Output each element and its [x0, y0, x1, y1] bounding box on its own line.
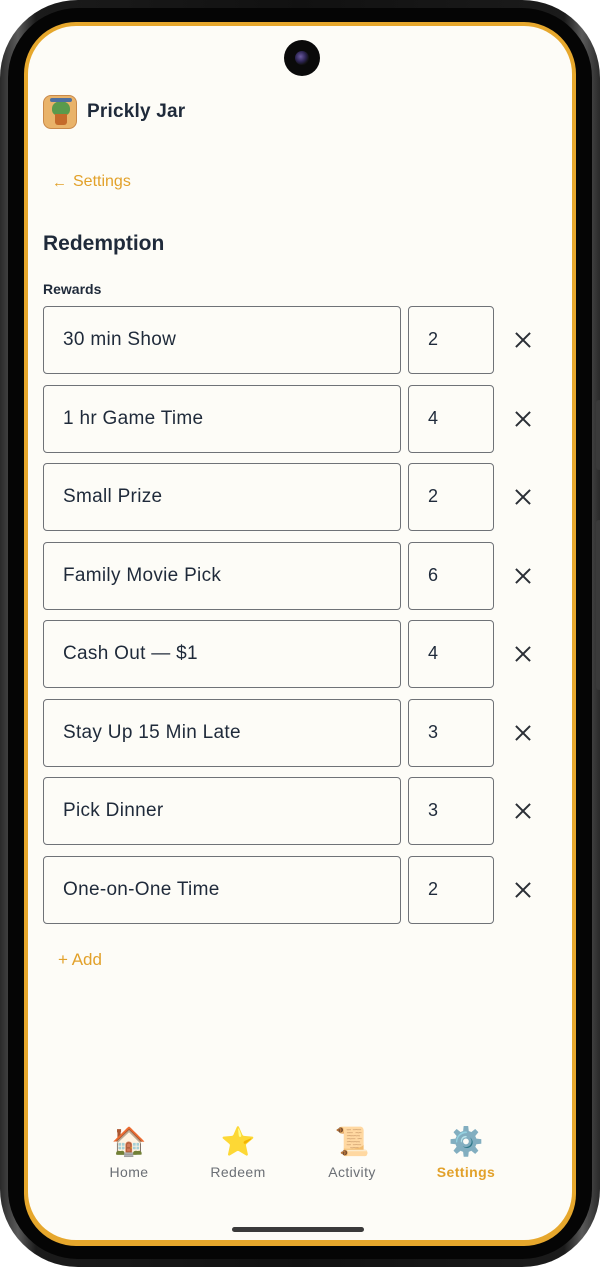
- back-to-settings-link[interactable]: ← Settings: [52, 173, 131, 191]
- nav-label: Settings: [436, 1164, 496, 1180]
- remove-reward-button[interactable]: [511, 799, 535, 823]
- reward-cost-input[interactable]: 4: [408, 620, 494, 688]
- nav-item-home[interactable]: 🏠 Home: [74, 1124, 184, 1180]
- reward-cost-input[interactable]: 2: [408, 463, 494, 531]
- reward-name-input[interactable]: Cash Out — $1: [43, 620, 401, 688]
- reward-cost-input[interactable]: 6: [408, 541, 494, 610]
- app-screen: Prickly Jar ← Settings Redemption Reward…: [28, 26, 572, 1240]
- reward-row: 30 min Show 2: [43, 306, 553, 374]
- nav-item-settings[interactable]: ⚙️ Settings: [411, 1124, 521, 1180]
- reward-row: Pick Dinner 3: [43, 777, 553, 845]
- back-link-label: Settings: [73, 173, 131, 190]
- app-logo-icon: [43, 95, 77, 129]
- nav-label: Redeem: [210, 1164, 266, 1180]
- volume-button: [596, 400, 600, 470]
- reward-cost-input[interactable]: 4: [408, 384, 494, 453]
- gear-icon: ⚙️: [448, 1126, 484, 1157]
- reward-cost-input[interactable]: 3: [408, 698, 494, 767]
- nav-item-activity[interactable]: 📜 Activity: [297, 1124, 407, 1180]
- reward-row: Stay Up 15 Min Late 3: [43, 698, 553, 767]
- reward-name-input[interactable]: One-on-One Time: [43, 855, 401, 924]
- nav-label: Home: [109, 1164, 149, 1180]
- star-icon: ⭐: [220, 1126, 256, 1157]
- house-icon: 🏠: [111, 1126, 147, 1157]
- nav-item-redeem[interactable]: ⭐ Redeem: [183, 1124, 293, 1180]
- remove-reward-button[interactable]: [511, 328, 535, 352]
- reward-row: 1 hr Game Time 4: [43, 384, 553, 453]
- reward-name-input[interactable]: Family Movie Pick: [43, 541, 401, 610]
- reward-row: Small Prize 2: [43, 463, 553, 531]
- back-arrow-icon: ←: [52, 173, 67, 191]
- nav-label: Activity: [328, 1164, 376, 1180]
- bottom-nav: 🏠 Home ⭐ Redeem 📜 Activity ⚙️ Settings: [28, 1124, 572, 1194]
- reward-cost-input[interactable]: 2: [408, 306, 494, 374]
- scroll-icon: 📜: [334, 1126, 370, 1157]
- power-button: [596, 520, 600, 690]
- reward-cost-input[interactable]: 2: [408, 855, 494, 924]
- remove-reward-button[interactable]: [511, 721, 535, 745]
- reward-name-input[interactable]: Stay Up 15 Min Late: [43, 698, 401, 767]
- remove-reward-button[interactable]: [511, 407, 535, 431]
- remove-reward-button[interactable]: [511, 564, 535, 588]
- screen: Prickly Jar ← Settings Redemption Reward…: [24, 22, 576, 1246]
- remove-reward-button[interactable]: [511, 485, 535, 509]
- phone-frame: Prickly Jar ← Settings Redemption Reward…: [0, 0, 600, 1267]
- reward-name-input[interactable]: Pick Dinner: [43, 777, 401, 845]
- camera-icon: [284, 40, 320, 76]
- add-reward-button[interactable]: + Add: [58, 950, 102, 970]
- page-title: Redemption: [43, 232, 165, 255]
- home-indicator[interactable]: [232, 1227, 364, 1232]
- app-name: Prickly Jar: [87, 101, 186, 122]
- reward-name-input[interactable]: Small Prize: [43, 463, 401, 531]
- reward-row: Cash Out — $1 4: [43, 620, 553, 688]
- reward-row: Family Movie Pick 6: [43, 541, 553, 610]
- app-header: Prickly Jar: [43, 95, 185, 129]
- reward-name-input[interactable]: 1 hr Game Time: [43, 384, 401, 453]
- rewards-label: Rewards: [43, 281, 102, 297]
- reward-row: One-on-One Time 2: [43, 855, 553, 924]
- remove-reward-button[interactable]: [511, 878, 535, 902]
- reward-cost-input[interactable]: 3: [408, 777, 494, 845]
- remove-reward-button[interactable]: [511, 642, 535, 666]
- reward-name-input[interactable]: 30 min Show: [43, 306, 401, 374]
